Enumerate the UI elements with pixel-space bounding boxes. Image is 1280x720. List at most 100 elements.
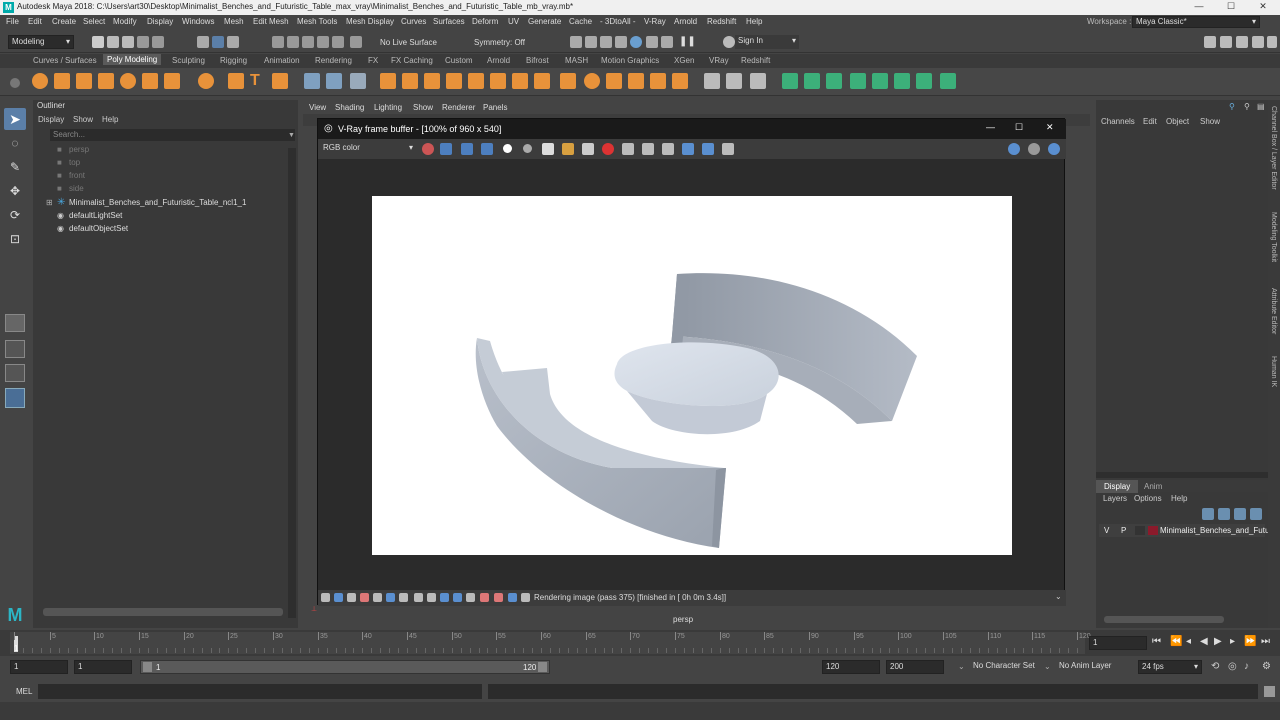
shelf-menu-icon[interactable]	[10, 78, 20, 88]
ipr-icon[interactable]	[1008, 143, 1020, 155]
layer-row[interactable]: V P Minimalist_Benches_and_Futur	[1099, 524, 1272, 537]
expand-icon[interactable]: ⊞	[46, 198, 53, 207]
snap-grid-icon[interactable]	[272, 36, 284, 48]
new-layer-icon[interactable]	[1202, 508, 1214, 520]
move-tool-icon[interactable]: ✥	[6, 184, 24, 202]
svg-tool-icon[interactable]	[272, 73, 288, 89]
maximize-icon[interactable]: ☐	[1222, 1, 1240, 12]
uv-unfold-icon[interactable]	[916, 73, 932, 89]
menu-select[interactable]: Select	[83, 17, 105, 26]
layer-playback-toggle[interactable]: P	[1121, 526, 1126, 535]
color-corrections-icon[interactable]	[422, 143, 434, 155]
menu-help[interactable]: Help	[746, 17, 762, 26]
shelf-tab-arnold[interactable]: Arnold	[487, 56, 510, 65]
snap-view-icon[interactable]	[317, 36, 329, 48]
poly-sphere-icon[interactable]	[32, 73, 48, 89]
poly-disc-icon[interactable]	[164, 73, 180, 89]
range-handle-right[interactable]	[538, 662, 547, 672]
mode-dropdown[interactable]: Modeling ▾	[8, 35, 74, 49]
layer-visibility-toggle[interactable]: V	[1104, 526, 1109, 535]
boolean-difference-icon[interactable]	[628, 73, 644, 89]
outliner-layout-icon[interactable]	[5, 388, 25, 408]
poly-torus-icon[interactable]	[120, 73, 136, 89]
layout-icon[interactable]	[1267, 36, 1277, 48]
loop-icon[interactable]: ⟲	[1211, 661, 1219, 672]
bevel-icon[interactable]	[424, 73, 440, 89]
menu-deform[interactable]: Deform	[472, 17, 498, 26]
modeling-toolkit-icon[interactable]	[1204, 36, 1216, 48]
menu-mesh-display[interactable]: Mesh Display	[346, 17, 394, 26]
vfb-history-icon[interactable]	[682, 143, 694, 155]
play-forward-icon[interactable]: ▶	[1214, 636, 1222, 647]
save-scene-icon[interactable]	[122, 36, 134, 48]
channel-box-icon[interactable]	[1252, 36, 1264, 48]
step-forward-key-icon[interactable]: ⏩	[1244, 636, 1256, 647]
outliner-menu-help[interactable]: Help	[102, 115, 118, 124]
target-weld-icon[interactable]	[726, 73, 742, 89]
circularize-icon[interactable]	[584, 73, 600, 89]
menu-mesh[interactable]: Mesh	[224, 17, 244, 26]
menu-arnold[interactable]: Arnold	[674, 17, 697, 26]
channel-icon[interactable]: ⚲	[1244, 102, 1250, 111]
vfb-tool-icon[interactable]	[334, 593, 343, 602]
rotate-tool-icon[interactable]: ⟳	[6, 208, 24, 226]
menu-edit-mesh[interactable]: Edit Mesh	[253, 17, 289, 26]
range-slider[interactable]: 1 120	[140, 660, 550, 674]
mel-input[interactable]	[38, 684, 482, 699]
close-icon[interactable]: ✕	[1254, 1, 1272, 12]
paint-select-icon[interactable]: ✎	[6, 160, 24, 178]
render-settings-icon[interactable]	[570, 36, 582, 48]
stop-render-icon[interactable]	[602, 143, 614, 155]
vfb-tool-icon[interactable]	[440, 593, 449, 602]
lasso-tool-icon[interactable]: ◌	[6, 136, 24, 154]
combine-icon[interactable]	[304, 73, 320, 89]
vfb-tool-icon[interactable]	[480, 593, 489, 602]
preferences-icon[interactable]: ⚙	[1262, 661, 1271, 672]
viewport-menu-shading[interactable]: Shading	[335, 103, 364, 112]
layer-menu-options[interactable]: Options	[1134, 494, 1162, 503]
menu-cache[interactable]: Cache	[569, 17, 592, 26]
viewport-menu-lighting[interactable]: Lighting	[374, 103, 402, 112]
outliner-search-input[interactable]: Search...	[50, 129, 295, 141]
playback-start-field[interactable]: 1	[74, 660, 132, 674]
vfb-tool-icon[interactable]	[347, 593, 356, 602]
anim-layer-dropdown[interactable]: No Anim Layer	[1056, 660, 1126, 674]
vfb-tool-icon[interactable]	[494, 593, 503, 602]
step-back-key-icon[interactable]: ⏪	[1170, 636, 1182, 647]
track-mouse-icon[interactable]	[642, 143, 654, 155]
collapse-icon[interactable]	[512, 73, 528, 89]
render-image[interactable]	[372, 196, 1012, 555]
snap-curve-icon[interactable]	[287, 36, 299, 48]
menu-surfaces[interactable]: Surfaces	[433, 17, 465, 26]
uv-cut-icon[interactable]	[872, 73, 888, 89]
snap-surface-icon[interactable]	[332, 36, 344, 48]
shelf-tab-fx-caching[interactable]: FX Caching	[391, 56, 433, 65]
shelf-tab-mash[interactable]: MASH	[565, 56, 588, 65]
side-tab-modeling-toolkit[interactable]: Modeling Toolkit	[1270, 212, 1277, 262]
undo-icon[interactable]	[137, 36, 149, 48]
side-tab-attribute-editor[interactable]: Attribute Editor	[1270, 288, 1277, 334]
menu-vray[interactable]: V-Ray	[644, 17, 666, 26]
outliner-item-side[interactable]: side	[69, 184, 84, 193]
panel-divider[interactable]	[1096, 472, 1268, 478]
shelf-tab-xgen[interactable]: XGen	[674, 56, 694, 65]
layer-menu-layers[interactable]: Layers	[1103, 494, 1127, 503]
wedge-icon[interactable]	[560, 73, 576, 89]
menu-curves[interactable]: Curves	[401, 17, 426, 26]
channel-icon[interactable]: ⚲	[1229, 102, 1235, 111]
vfb-tool-icon[interactable]	[466, 593, 475, 602]
outliner-menu-show[interactable]: Show	[73, 115, 93, 124]
vfb-tool-icon[interactable]	[321, 593, 330, 602]
select-hierarchy-icon[interactable]	[197, 36, 209, 48]
fill-hole-icon[interactable]	[468, 73, 484, 89]
shelf-tab-sculpting[interactable]: Sculpting	[172, 56, 205, 65]
select-tool-icon[interactable]: ➤	[4, 108, 26, 130]
poly-cylinder-icon[interactable]	[76, 73, 92, 89]
new-scene-icon[interactable]	[92, 36, 104, 48]
symmetry-label[interactable]: Symmetry: Off	[474, 38, 525, 47]
scene-end-field[interactable]: 200	[886, 660, 944, 674]
red-channel-icon[interactable]	[440, 143, 452, 155]
super-shape-icon[interactable]	[228, 73, 244, 89]
merge-icon[interactable]	[490, 73, 506, 89]
side-tab-human-ik[interactable]: Human IK	[1270, 356, 1277, 387]
